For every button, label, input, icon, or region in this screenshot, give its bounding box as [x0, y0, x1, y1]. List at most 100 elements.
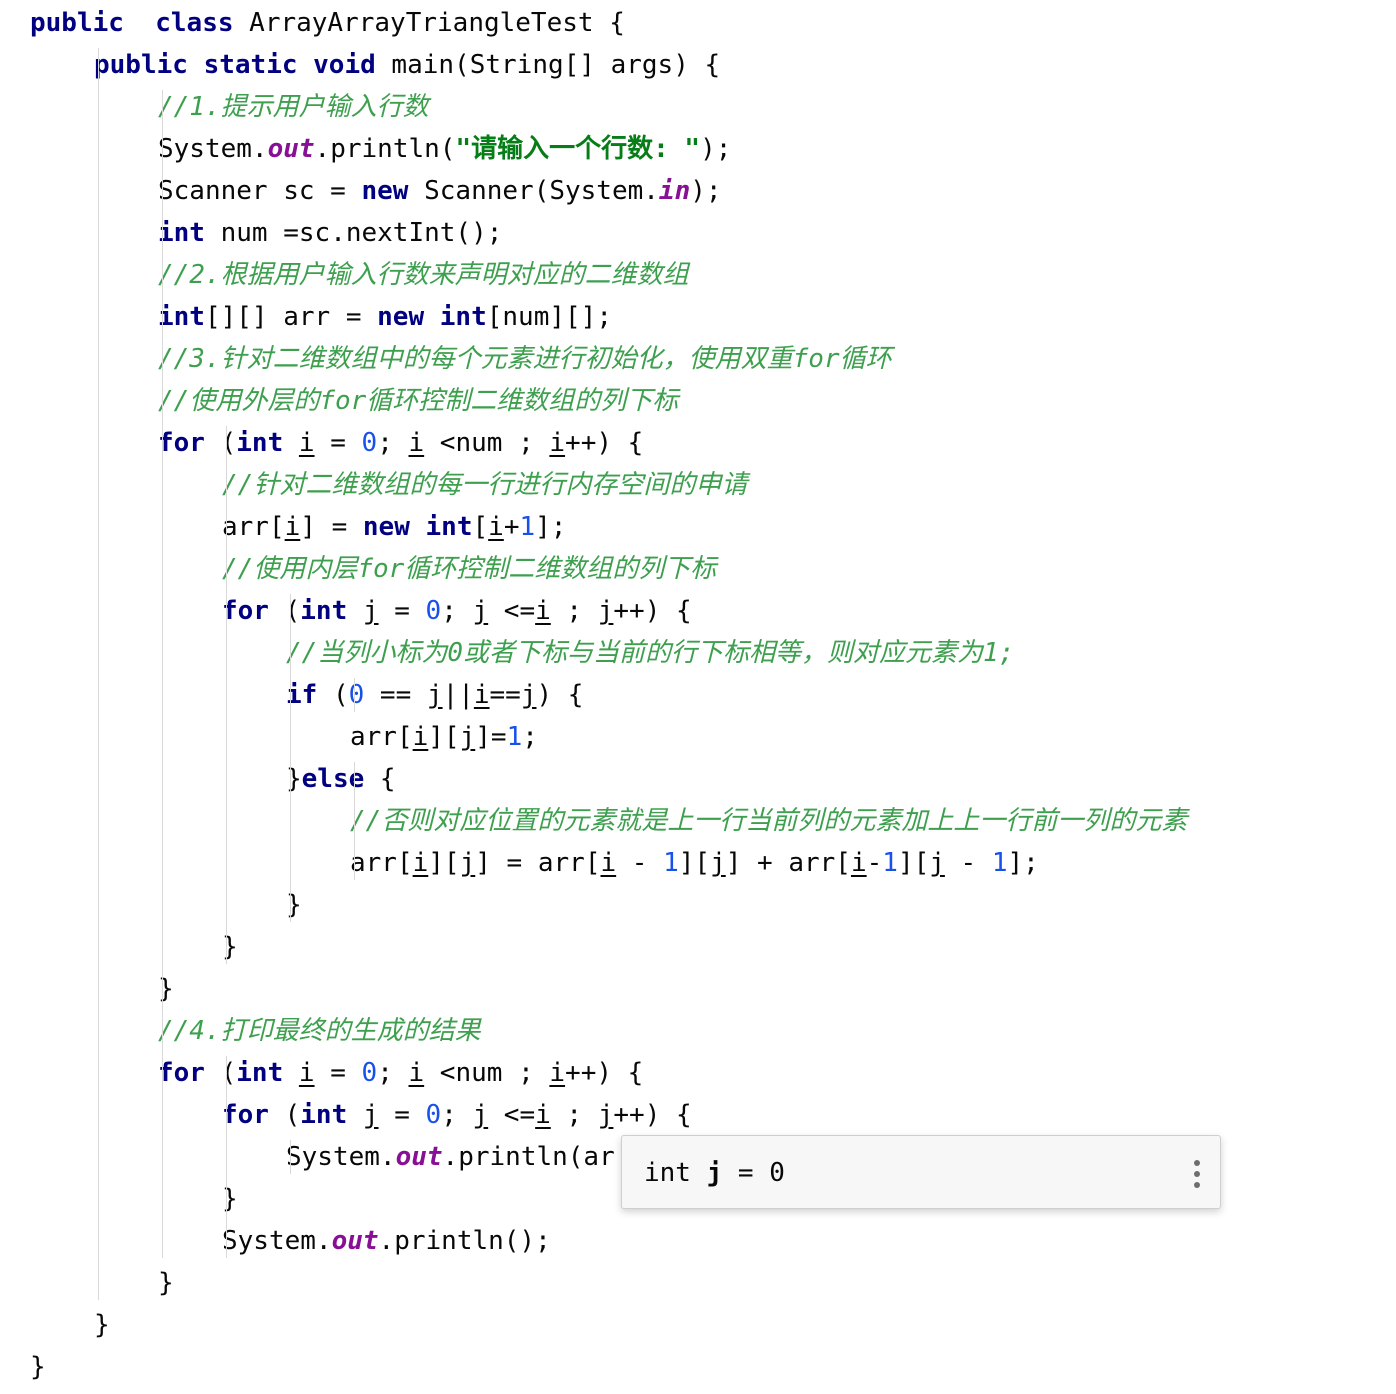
code-token: 1 [663, 848, 679, 878]
indent-guide [98, 48, 99, 1300]
code-token: ++) { [565, 1058, 644, 1088]
code-token: ][ [897, 848, 930, 878]
code-token: ]= [475, 722, 507, 752]
code-token: ); [700, 134, 732, 164]
code-token: int [300, 596, 348, 626]
code-token: int [300, 1100, 348, 1130]
code-line[interactable]: for (int i = 0; i <num ; i++) { [158, 422, 643, 464]
code-token: 否则对应位置的元素就是上一行当前列的元素加上上一行前一列的元素 [381, 806, 1188, 836]
code-token: <num ; [424, 1058, 550, 1088]
code-token: for [319, 386, 367, 416]
code-line[interactable]: for (int j = 0; j <=i ; j++) { [222, 590, 692, 632]
code-line[interactable]: for (int i = 0; i <num ; i++) { [158, 1052, 643, 1094]
code-token: j [362, 1100, 379, 1130]
code-line[interactable]: if (0 == j||i==j) { [286, 674, 583, 716]
code-line[interactable]: } [222, 1178, 238, 1220]
code-token: i [535, 1100, 551, 1130]
code-token: i [298, 1058, 315, 1088]
code-token: i [412, 722, 429, 752]
code-token: i [549, 1058, 566, 1088]
code-token: + [503, 512, 520, 542]
indent-guide [226, 1056, 227, 1258]
code-token: Scanner sc = [158, 176, 362, 206]
indent-guide [290, 1140, 291, 1174]
code-line[interactable]: } [222, 926, 238, 968]
code-line[interactable]: }else { [286, 758, 396, 800]
code-line[interactable]: System.out.println("请输入一个行数: "); [158, 128, 731, 170]
code-line[interactable]: System.out.println(); [222, 1220, 551, 1262]
code-token: 使用内层 [253, 554, 358, 584]
code-token: i [850, 848, 867, 878]
code-token: //2. [158, 260, 221, 290]
code-token: new [377, 302, 425, 332]
code-token: int [439, 302, 487, 332]
code-token: ; [522, 722, 538, 752]
indent-guide [354, 678, 355, 712]
code-token: ; [550, 1100, 598, 1130]
code-line[interactable]: } [286, 884, 302, 926]
code-token: [][] arr = [204, 302, 378, 332]
code-token: new [361, 176, 409, 206]
code-token: ][ [678, 848, 711, 878]
code-line[interactable]: //否则对应位置的元素就是上一行当前列的元素加上上一行前一列的元素 [350, 800, 1187, 842]
code-token: = [314, 428, 362, 458]
code-line[interactable]: } [30, 1346, 46, 1388]
variable-hint-text: int j = 0 [644, 1158, 785, 1188]
code-token: 循环控制二维数组的列下标 [366, 386, 679, 416]
code-line[interactable]: } [158, 968, 174, 1010]
code-token: num =sc.nextInt(); [204, 218, 503, 248]
code-token: [ [472, 512, 489, 542]
code-line[interactable]: arr[i] = new int[i+1]; [222, 506, 566, 548]
code-token: ; [550, 596, 598, 626]
code-line[interactable]: //使用内层for循环控制二维数组的列下标 [222, 548, 716, 590]
code-token: main(String[] args) { [375, 50, 721, 80]
code-line[interactable]: public class ArrayArrayTriangleTest { [30, 2, 625, 44]
code-line[interactable]: for (int j = 0; j <=i ; j++) { [222, 1094, 692, 1136]
code-line[interactable]: //3.针对二维数组中的每个元素进行初始化，使用双重for循环 [158, 338, 892, 380]
code-token: = [378, 1100, 426, 1130]
code-line[interactable]: Scanner sc = new Scanner(System.in); [158, 170, 722, 212]
code-token: int [236, 428, 284, 458]
code-token: ( [268, 596, 301, 626]
code-token: 针对二维数组的每一行进行内存空间的申请 [253, 470, 748, 500]
code-line[interactable]: arr[i][j]=1; [350, 716, 538, 758]
code-line[interactable]: int num =sc.nextInt(); [158, 212, 502, 254]
code-token: public [30, 8, 124, 38]
code-line[interactable]: //针对二维数组的每一行进行内存空间的申请 [222, 464, 747, 506]
code-token: j [459, 722, 476, 752]
code-token: arr[ [350, 848, 413, 878]
code-line[interactable]: //当列小标为0或者下标与当前的行下标相等，则对应元素为1; [286, 632, 1014, 674]
code-token: i [473, 680, 490, 710]
code-token: 0 [361, 428, 378, 458]
code-token: out [395, 1142, 443, 1172]
code-token: i [284, 512, 301, 542]
code-token: j [472, 1100, 489, 1130]
code-token: ); [690, 176, 722, 206]
code-token: int [158, 302, 205, 332]
code-token: for [222, 596, 269, 626]
code-token: 1 [882, 848, 898, 878]
code-line[interactable]: //1.提示用户输入行数 [158, 86, 429, 128]
code-token: ++) { [565, 428, 644, 458]
code-token: static [203, 50, 298, 80]
code-token: ][ [428, 848, 460, 878]
code-token: ) { [536, 680, 584, 710]
code-token: { [364, 764, 396, 794]
code-line[interactable]: //2.根据用户输入行数来声明对应的二维数组 [158, 254, 689, 296]
code-line[interactable]: } [94, 1304, 110, 1346]
code-line[interactable]: } [158, 1262, 174, 1304]
code-line[interactable]: arr[i][j] = arr[i - 1][j] + arr[i-1][j -… [350, 842, 1039, 884]
code-token: "请输入一个行数: " [455, 134, 701, 164]
code-token: 提示用户输入行数 [220, 92, 429, 122]
code-line[interactable]: //使用外层的for循环控制二维数组的列下标 [158, 380, 678, 422]
code-line[interactable]: int[][] arr = new int[num][]; [158, 296, 612, 338]
code-line[interactable]: //4.打印最终的生成的结果 [158, 1010, 481, 1052]
code-token: class [155, 8, 234, 38]
code-line[interactable]: public static void main(String[] args) { [94, 44, 720, 86]
code-line[interactable]: System.out.println(ar [286, 1136, 615, 1178]
vertical-ellipsis-icon[interactable] [1194, 1160, 1200, 1188]
